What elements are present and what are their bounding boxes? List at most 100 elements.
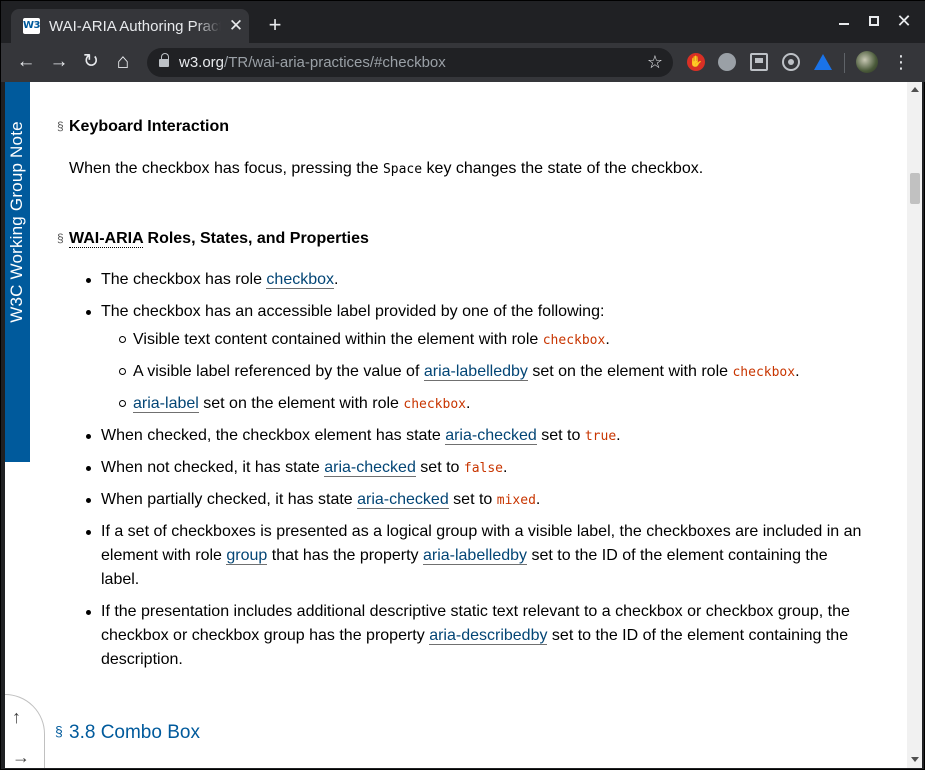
vertical-scrollbar[interactable] — [907, 82, 922, 768]
scrollbar-thumb[interactable] — [910, 173, 920, 204]
hand-stop-extension-icon[interactable] — [687, 53, 705, 71]
list-item-continued: description. — [101, 648, 183, 672]
link-aria-label[interactable]: aria-label — [133, 395, 199, 413]
link-aria-labelledby[interactable]: aria-labelledby — [422, 547, 528, 565]
link-aria-checked[interactable]: aria-checked — [357, 491, 449, 509]
item-text: set to — [448, 491, 497, 508]
item-text: The checkbox has role — [101, 271, 267, 288]
combo-box-heading[interactable]: 3.8 Combo Box — [69, 722, 200, 744]
w3c-status-badge[interactable]: W3C Working Group Note — [5, 82, 30, 462]
bullet — [119, 368, 126, 375]
item-text: . — [334, 271, 339, 288]
new-tab-button[interactable]: + — [263, 13, 287, 37]
item-text: The checkbox has an accessible label pro… — [101, 303, 605, 320]
tab-title: WAI-ARIA Authoring Practices 1.1 — [49, 18, 221, 35]
item-text: Visible text content contained within th… — [133, 331, 543, 348]
link-group[interactable]: group — [226, 547, 268, 565]
bullet — [119, 400, 126, 407]
scroll-up-arrow-icon[interactable] — [911, 87, 919, 92]
item-text: If a set of checkboxes is presented as a… — [101, 523, 862, 540]
item-text: set on the element with role — [198, 395, 404, 412]
item-text: label. — [101, 571, 140, 588]
back-to-top-widget[interactable]: ↑ → — [5, 694, 45, 768]
item-text: A visible label referenced by the value … — [133, 363, 424, 380]
code-mixed: mixed — [496, 493, 536, 508]
list-item: When not checked, it has state aria-chec… — [86, 456, 508, 481]
space-key-code: Space — [382, 162, 423, 177]
list-item: When partially checked, it has state ari… — [86, 488, 541, 513]
minimize-icon[interactable] — [834, 11, 854, 31]
link-aria-checked[interactable]: aria-checked — [445, 427, 537, 445]
url-host: w3.org — [179, 54, 225, 71]
item-text: When partially checked, it has state — [101, 491, 358, 508]
browser-window: W3 WAI-ARIA Authoring Practices 1.1 ✕ + … — [0, 0, 925, 770]
profile-avatar[interactable] — [856, 51, 878, 73]
item-text: . — [535, 491, 541, 508]
keyboard-paragraph: When the checkbox has focus, pressing th… — [69, 159, 703, 180]
arrow-up-icon[interactable]: ↑ — [12, 707, 21, 728]
list-item: If the presentation includes additional … — [86, 600, 850, 624]
heading-rest: Roles, States, and Properties — [143, 230, 369, 247]
section-anchor-icon[interactable]: § — [55, 723, 63, 739]
triangle-extension-icon[interactable] — [814, 54, 832, 70]
item-text: . — [795, 363, 800, 380]
extension-circle-icon[interactable] — [718, 53, 736, 71]
section-anchor-icon[interactable]: § — [57, 231, 64, 245]
item-text: set to the ID of the element containing … — [547, 627, 849, 644]
list-item-continued: checkbox or checkbox group has the prope… — [101, 624, 848, 648]
item-text: checkbox or checkbox group has the prope… — [101, 627, 430, 644]
maximize-icon[interactable] — [864, 11, 884, 31]
link-checkbox[interactable]: checkbox — [266, 271, 335, 289]
address-bar[interactable]: w3.org/TR/wai-aria-practices/#checkbox ☆ — [147, 48, 673, 77]
code-false: false — [463, 461, 504, 476]
target-extension-icon[interactable] — [782, 53, 800, 71]
tab-active[interactable]: W3 WAI-ARIA Authoring Practices 1.1 ✕ — [11, 9, 249, 43]
bullet — [86, 530, 91, 535]
item-text: . — [503, 459, 508, 476]
back-arrow-icon[interactable]: ← — [14, 50, 38, 74]
list-item: The checkbox has an accessible label pro… — [86, 300, 605, 324]
toolbar-divider — [844, 53, 845, 73]
arrow-right-icon[interactable]: → — [12, 747, 30, 768]
download-extension-icon[interactable] — [750, 53, 768, 71]
item-text: If the presentation includes additional … — [101, 603, 850, 620]
reload-icon[interactable]: ↻ — [79, 50, 103, 74]
code-checkbox: checkbox — [732, 365, 796, 380]
tab-strip: W3 WAI-ARIA Authoring Practices 1.1 ✕ + … — [1, 1, 925, 43]
section-anchor-icon[interactable]: § — [57, 119, 64, 133]
list-item: If a set of checkboxes is presented as a… — [86, 520, 862, 544]
sub-list-item: aria-label set on the element with role … — [119, 392, 470, 417]
item-text: . — [616, 427, 621, 444]
page-content: W3C Working Group Note § Keyboard Intera… — [5, 82, 905, 768]
browser-menu-icon[interactable]: ⋮ — [891, 50, 911, 74]
item-text: When not checked, it has state — [101, 459, 325, 476]
code-checkbox: checkbox — [403, 397, 466, 412]
home-icon[interactable]: ⌂ — [111, 50, 135, 74]
item-text: set on the element with role — [527, 363, 733, 380]
window-close-icon[interactable]: ✕ — [894, 11, 914, 31]
keyboard-interaction-heading: Keyboard Interaction — [69, 118, 230, 135]
link-aria-labelledby[interactable]: aria-labelledby — [423, 363, 528, 381]
item-text: . — [605, 331, 610, 348]
bullet — [86, 610, 91, 615]
lock-icon[interactable] — [159, 53, 169, 68]
tab-close-icon[interactable]: ✕ — [227, 17, 245, 35]
bullet — [86, 310, 91, 315]
browser-toolbar: ← → ↻ ⌂ w3.org/TR/wai-aria-practices/#ch… — [1, 43, 925, 82]
sub-list-item: Visible text content contained within th… — [119, 328, 610, 353]
sub-list-item: A visible label referenced by the value … — [119, 360, 800, 385]
forward-arrow-icon[interactable]: → — [47, 50, 71, 74]
bullet — [86, 278, 91, 283]
url-text[interactable]: w3.org/TR/wai-aria-practices/#checkbox — [179, 54, 446, 71]
code-checkbox: checkbox — [542, 333, 606, 348]
item-text: set to — [415, 459, 464, 476]
link-aria-describedby[interactable]: aria-describedby — [429, 627, 548, 645]
bullet — [86, 434, 91, 439]
bookmark-star-icon[interactable]: ☆ — [645, 52, 665, 72]
item-text: element with role — [101, 547, 227, 564]
url-path: /TR/wai-aria-practices/#checkbox — [224, 54, 446, 71]
w3c-favicon-icon: W3 — [23, 18, 41, 34]
scroll-down-arrow-icon[interactable] — [911, 757, 919, 762]
link-aria-checked[interactable]: aria-checked — [324, 459, 416, 477]
item-text: description. — [101, 651, 183, 668]
